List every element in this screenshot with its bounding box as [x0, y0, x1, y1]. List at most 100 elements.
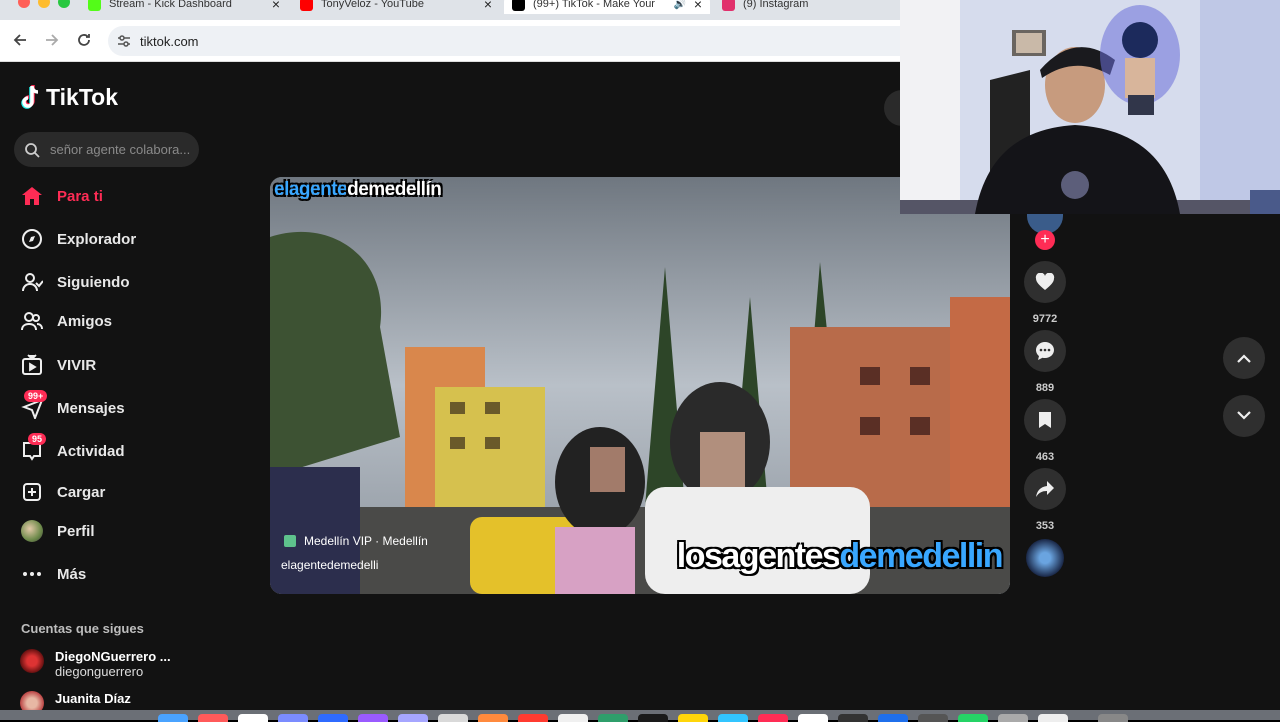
comment-count: 889	[1035, 382, 1055, 394]
dock-app-icon[interactable]	[598, 714, 628, 722]
dock-app-icon[interactable]	[198, 714, 228, 722]
save-button[interactable]: 463	[1024, 399, 1066, 463]
share-count: 353	[1035, 520, 1055, 532]
dock-app-icon[interactable]	[798, 714, 828, 722]
video-author[interactable]: elagentedemedelli	[281, 558, 378, 572]
creator-avatar[interactable]: +	[1024, 212, 1066, 250]
sidebar-item-actividad[interactable]: 95 Actividad	[20, 433, 125, 464]
dock-app-icon[interactable]	[758, 714, 788, 722]
zoom-window-button[interactable]	[58, 0, 70, 8]
sidebar-item-label: Más	[57, 565, 87, 583]
next-video-button[interactable]	[1223, 395, 1265, 437]
speaker-icon[interactable]: 🔊	[674, 0, 686, 10]
sidebar-item-label: VIVIR	[57, 356, 97, 374]
tiktok-logo[interactable]: TikTok	[20, 84, 118, 111]
sidebar-item-para-ti[interactable]: Para ti	[20, 183, 103, 209]
close-tab-icon[interactable]: ×	[272, 0, 280, 12]
sidebar-item-cargar[interactable]: Cargar	[20, 479, 105, 505]
dock-app-icon[interactable]	[998, 714, 1028, 722]
dock-app-icon[interactable]	[958, 714, 988, 722]
location-tag[interactable]: Medellín VIP · Medellín	[284, 534, 428, 548]
dock-app-icon[interactable]	[1098, 714, 1128, 722]
forward-icon[interactable]	[44, 32, 60, 52]
home-icon	[20, 184, 44, 208]
activity-icon: 95	[20, 433, 47, 463]
tab-youtube[interactable]: TonyVeloz - YouTube ×	[300, 0, 492, 14]
like-button[interactable]: 9772	[1024, 261, 1066, 325]
bookmark-icon	[1024, 399, 1066, 441]
dock-app-icon[interactable]	[838, 714, 868, 722]
sidebar-item-label: Amigos	[57, 312, 113, 330]
sidebar-item-amigos[interactable]: Amigos	[20, 308, 112, 334]
friends-icon	[20, 309, 44, 333]
sidebar-item-mas[interactable]: Más	[20, 561, 86, 587]
previous-video-button[interactable]	[1223, 337, 1265, 379]
video-player[interactable]: elagentedemedellín losagentesdemedellin …	[270, 177, 1010, 594]
dock-app-icon[interactable]	[918, 714, 948, 722]
comment-button[interactable]: 889	[1024, 330, 1066, 394]
upload-icon	[20, 480, 44, 504]
messages-icon: 99+	[20, 390, 48, 420]
account-handle: diegonguerrero	[55, 664, 144, 679]
sidebar-item-label: Mensajes	[57, 399, 125, 417]
live-icon	[20, 353, 44, 377]
minimize-window-button[interactable]	[38, 0, 50, 8]
tab-kick[interactable]: Stream - Kick Dashboard ×	[88, 0, 280, 14]
notification-badge: 99+	[24, 390, 48, 402]
dock-app-icon[interactable]	[358, 714, 388, 722]
search-input[interactable]: señor agente colabora...	[14, 132, 199, 167]
dock-app-icon[interactable]	[438, 714, 468, 722]
following-account-item[interactable]: DiegoNGuerrero ... diegonguerrero	[20, 649, 171, 679]
chevron-down-icon	[1237, 411, 1251, 420]
sidebar-item-mensajes[interactable]: 99+ Mensajes	[20, 390, 125, 421]
share-icon	[1024, 468, 1066, 510]
sidebar-item-siguiendo[interactable]: Siguiendo	[20, 269, 130, 295]
follow-plus-icon[interactable]: +	[1035, 230, 1055, 250]
like-count: 9772	[1032, 313, 1058, 325]
close-tab-icon[interactable]: ×	[484, 0, 492, 12]
music-disc-icon	[1026, 539, 1064, 577]
kick-icon	[88, 0, 101, 11]
dock-app-icon[interactable]	[638, 714, 668, 722]
tab-label: (99+) TikTok - Make Your	[533, 0, 655, 10]
youtube-icon	[300, 0, 313, 11]
dock-app-icon[interactable]	[318, 714, 348, 722]
comment-icon	[1024, 330, 1066, 372]
close-window-button[interactable]	[18, 0, 30, 8]
reload-icon[interactable]	[76, 32, 92, 52]
account-name: DiegoNGuerrero ...	[55, 649, 171, 664]
dock-app-icon[interactable]	[678, 714, 708, 722]
url-field[interactable]: tiktok.com	[108, 26, 900, 56]
dock-app-icon[interactable]	[718, 714, 748, 722]
tab-label: (9) Instagram	[743, 0, 809, 10]
site-settings-icon[interactable]	[116, 33, 132, 49]
dock-app-icon[interactable]	[558, 714, 588, 722]
dock-app-icon[interactable]	[518, 714, 548, 722]
address-bar: tiktok.com	[0, 20, 900, 62]
music-disc[interactable]	[1024, 539, 1066, 577]
url-text: tiktok.com	[140, 33, 199, 49]
dock-app-icon[interactable]	[278, 714, 308, 722]
dock-app-icon[interactable]	[158, 714, 188, 722]
location-text: Medellín VIP · Medellín	[304, 534, 428, 548]
dock-app-icon[interactable]	[878, 714, 908, 722]
share-button[interactable]: 353	[1024, 468, 1066, 532]
dock-app-icon[interactable]	[1038, 714, 1068, 722]
tiktok-icon	[512, 0, 525, 11]
account-name: Juanita Díaz	[55, 691, 131, 706]
heart-icon	[1024, 261, 1066, 303]
sidebar-item-perfil[interactable]: Perfil	[20, 518, 95, 544]
tab-instagram[interactable]: (9) Instagram	[722, 0, 900, 14]
close-tab-icon[interactable]: ×	[694, 0, 702, 12]
dock-app-icon[interactable]	[478, 714, 508, 722]
search-icon	[25, 143, 40, 158]
compass-icon	[20, 227, 44, 251]
tab-tiktok[interactable]: (99+) TikTok - Make Your 🔊 ×	[504, 0, 710, 14]
dock-app-icon[interactable]	[238, 714, 268, 722]
sidebar-item-label: Explorador	[57, 230, 137, 248]
dock-app-icon[interactable]	[398, 714, 428, 722]
sidebar-item-vivir[interactable]: VIVIR	[20, 352, 96, 378]
notification-badge: 95	[28, 433, 47, 445]
sidebar-item-explorador[interactable]: Explorador	[20, 226, 136, 252]
back-icon[interactable]	[12, 32, 28, 52]
